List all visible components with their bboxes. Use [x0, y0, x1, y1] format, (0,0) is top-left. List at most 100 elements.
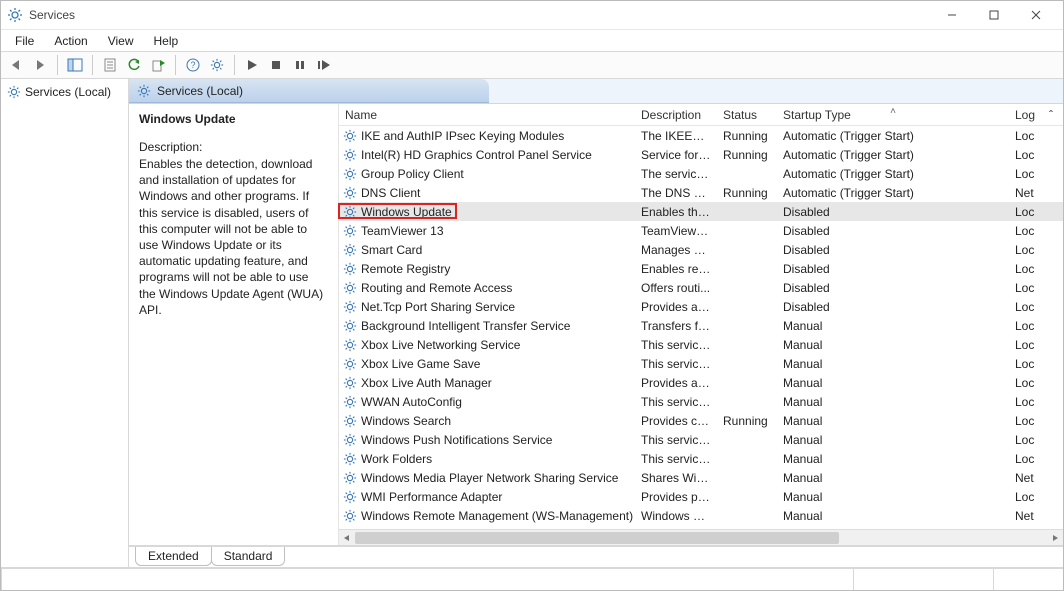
service-row[interactable]: Windows Media Player Network Sharing Ser…: [339, 468, 1063, 487]
nav-back-icon[interactable]: [5, 54, 27, 76]
toolbar: ?: [1, 51, 1063, 79]
close-button[interactable]: [1015, 4, 1057, 26]
vscroll-up-icon[interactable]: ˆ: [1045, 108, 1057, 122]
service-logon: Loc: [1009, 433, 1045, 447]
service-logon: Loc: [1009, 224, 1045, 238]
pause-service-icon[interactable]: [289, 54, 311, 76]
service-description: This service ...: [635, 452, 717, 466]
service-startup: Automatic (Trigger Start): [777, 167, 1009, 181]
service-row[interactable]: Windows SearchProvides co...RunningManua…: [339, 411, 1063, 430]
gear-icon: [343, 300, 357, 314]
tree-root-services-local[interactable]: Services (Local): [3, 83, 126, 101]
service-logon: Loc: [1009, 300, 1045, 314]
console-tree[interactable]: Services (Local): [1, 79, 129, 567]
col-header-startup[interactable]: Startup Type ˄: [777, 108, 1009, 122]
service-logon: Loc: [1009, 262, 1045, 276]
separator: [92, 55, 93, 75]
service-row[interactable]: TeamViewer 13TeamViewer...DisabledLoc: [339, 221, 1063, 240]
service-startup: Manual: [777, 509, 1009, 523]
service-row[interactable]: Background Intelligent Transfer Service T…: [339, 316, 1063, 335]
col-header-description[interactable]: Description: [635, 108, 717, 122]
service-logon: Loc: [1009, 452, 1045, 466]
service-row[interactable]: Windows Push Notifications ServiceThis s…: [339, 430, 1063, 449]
column-headers[interactable]: Name Description Status Startup Type ˄ L…: [339, 104, 1063, 126]
hscroll-track[interactable]: [355, 531, 1047, 545]
services-list[interactable]: Name Description Status Startup Type ˄ L…: [339, 104, 1063, 545]
gear-icon: [343, 452, 357, 466]
col-header-status[interactable]: Status: [717, 108, 777, 122]
service-name: Net.Tcp Port Sharing Service: [361, 300, 515, 314]
service-row[interactable]: Windows Remote Management (WS-Management…: [339, 506, 1063, 525]
menu-help[interactable]: Help: [144, 32, 189, 50]
scroll-left-icon[interactable]: [339, 530, 355, 546]
service-row[interactable]: WWAN AutoConfigThis service ...ManualLoc: [339, 392, 1063, 411]
service-startup: Disabled: [777, 262, 1009, 276]
service-row[interactable]: Xbox Live Networking ServiceThis service…: [339, 335, 1063, 354]
service-row[interactable]: DNS ClientThe DNS Cli...RunningAutomatic…: [339, 183, 1063, 202]
scroll-right-icon[interactable]: [1047, 530, 1063, 546]
service-name: WWAN AutoConfig: [361, 395, 462, 409]
sort-ascending-icon: ˄: [890, 108, 896, 117]
help-icon[interactable]: ?: [182, 54, 204, 76]
pane-header-title: Services (Local): [157, 84, 243, 98]
service-logon: Loc: [1009, 376, 1045, 390]
menu-view[interactable]: View: [98, 32, 144, 50]
service-row[interactable]: Xbox Live Game SaveThis service ...Manua…: [339, 354, 1063, 373]
horizontal-scrollbar[interactable]: [339, 529, 1063, 545]
service-description: The service ...: [635, 167, 717, 181]
service-description: Service for I...: [635, 148, 717, 162]
service-name: Smart Card: [361, 243, 422, 257]
toolbar-gear-icon[interactable]: [206, 54, 228, 76]
service-row[interactable]: Xbox Live Auth ManagerProvides au...Manu…: [339, 373, 1063, 392]
col-header-startup-label: Startup Type: [783, 108, 851, 122]
service-row[interactable]: WMI Performance AdapterProvides pe...Man…: [339, 487, 1063, 506]
tab-extended[interactable]: Extended: [135, 547, 212, 566]
service-startup: Automatic (Trigger Start): [777, 148, 1009, 162]
minimize-button[interactable]: [931, 4, 973, 26]
view-tabs: Extended Standard: [129, 545, 1063, 567]
service-row[interactable]: Net.Tcp Port Sharing Service Provides abi…: [339, 297, 1063, 316]
service-row[interactable]: Routing and Remote AccessOffers routi...…: [339, 278, 1063, 297]
nav-forward-icon[interactable]: [29, 54, 51, 76]
show-hide-tree-icon[interactable]: [64, 54, 86, 76]
separator: [175, 55, 176, 75]
service-startup: Manual: [777, 395, 1009, 409]
menu-action[interactable]: Action: [44, 32, 97, 50]
service-description: Provides abi...: [635, 300, 717, 314]
service-description: TeamViewer...: [635, 224, 717, 238]
service-name: Xbox Live Game Save: [361, 357, 480, 371]
service-description: Transfers fil...: [635, 319, 717, 333]
service-startup: Manual: [777, 338, 1009, 352]
col-header-logon[interactable]: Log: [1009, 108, 1045, 122]
service-row[interactable]: Smart CardManages ac...DisabledLoc: [339, 240, 1063, 259]
service-row[interactable]: Work FoldersThis service ...ManualLoc: [339, 449, 1063, 468]
service-name: Work Folders: [361, 452, 432, 466]
service-row[interactable]: IKE and AuthIP IPsec Keying ModulesThe I…: [339, 126, 1063, 145]
restart-service-icon[interactable]: [313, 54, 335, 76]
tab-standard[interactable]: Standard: [211, 547, 286, 566]
service-startup: Manual: [777, 319, 1009, 333]
gear-icon: [343, 205, 357, 219]
service-startup: Manual: [777, 490, 1009, 504]
service-name: Background Intelligent Transfer Service: [361, 319, 570, 333]
service-row[interactable]: Intel(R) HD Graphics Control Panel Servi…: [339, 145, 1063, 164]
hscroll-thumb[interactable]: [355, 532, 839, 544]
menu-file[interactable]: File: [5, 32, 44, 50]
service-logon: Loc: [1009, 414, 1045, 428]
service-row[interactable]: Windows UpdateEnables the ...DisabledLoc: [339, 202, 1063, 221]
stop-service-icon[interactable]: [265, 54, 287, 76]
start-service-icon[interactable]: [241, 54, 263, 76]
service-logon: Net: [1009, 509, 1045, 523]
service-description: The IKEEXT ...: [635, 129, 717, 143]
service-row[interactable]: Remote RegistryEnables rem...DisabledLoc: [339, 259, 1063, 278]
service-row[interactable]: Group Policy ClientThe service ...Automa…: [339, 164, 1063, 183]
service-description: This service ...: [635, 357, 717, 371]
maximize-button[interactable]: [973, 4, 1015, 26]
col-header-name[interactable]: Name: [339, 108, 635, 122]
refresh-icon[interactable]: [123, 54, 145, 76]
service-description: The DNS Cli...: [635, 186, 717, 200]
properties-icon[interactable]: [99, 54, 121, 76]
title-bar[interactable]: Services: [1, 1, 1063, 29]
export-list-icon[interactable]: [147, 54, 169, 76]
service-name: Xbox Live Auth Manager: [361, 376, 492, 390]
